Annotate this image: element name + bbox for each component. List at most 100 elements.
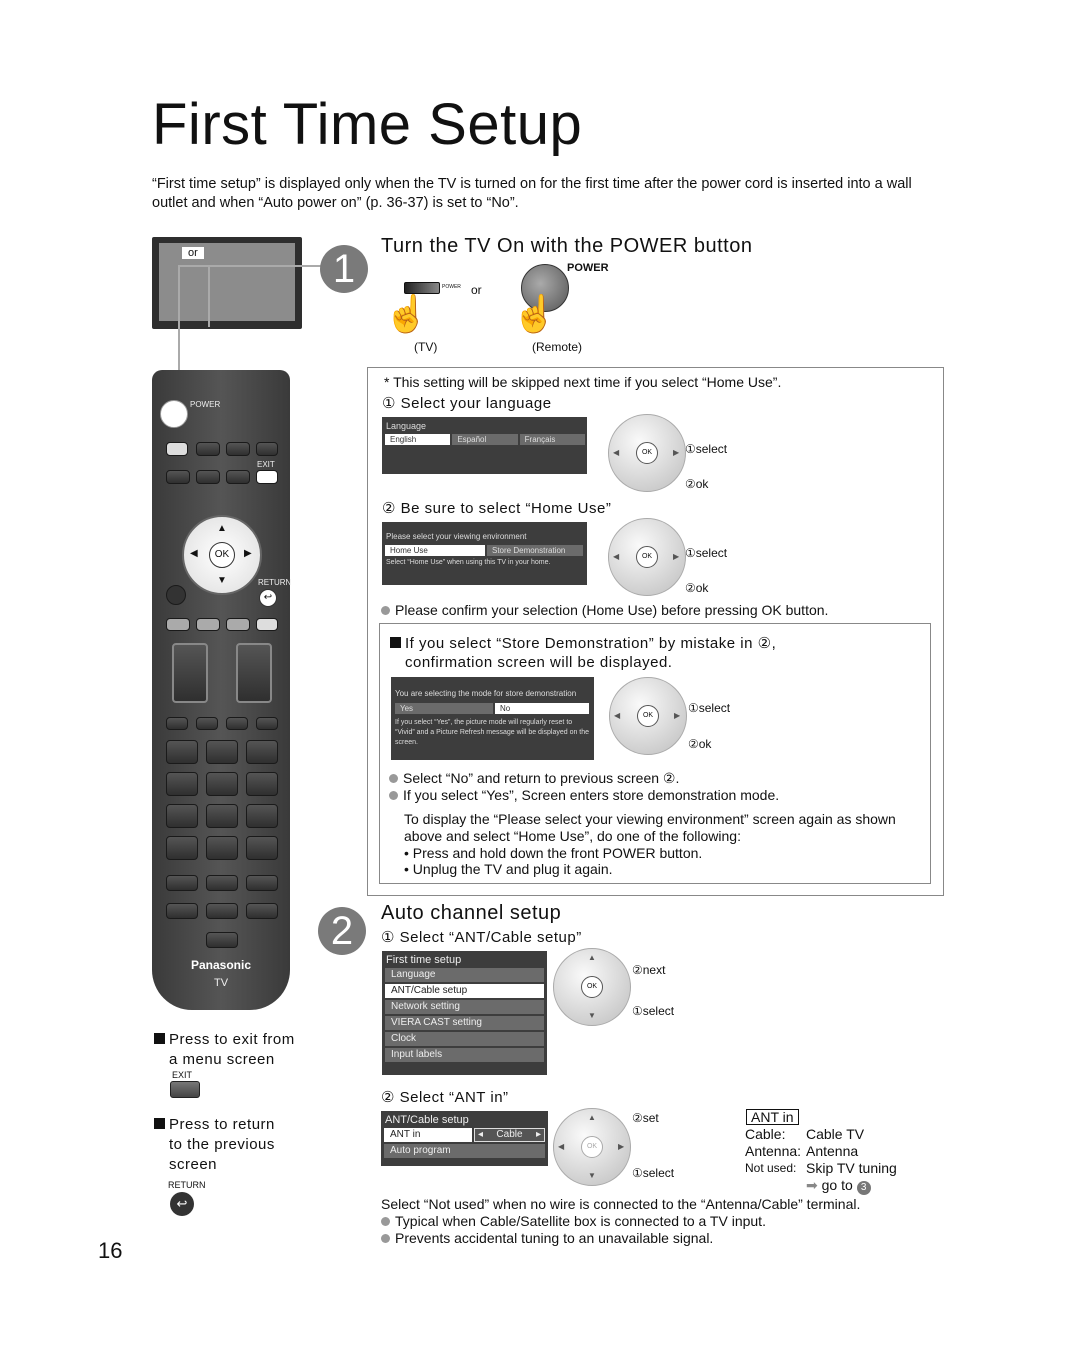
ok-button-icon: OK — [636, 442, 658, 464]
language-options: English Español Français — [382, 434, 587, 445]
return-note-line: to the previous — [169, 1136, 275, 1153]
remote-button[interactable] — [196, 442, 220, 456]
remote-button[interactable] — [246, 903, 278, 919]
remote-number-button[interactable] — [246, 804, 278, 828]
remote-button[interactable] — [166, 717, 188, 730]
remote-color-button[interactable] — [196, 618, 220, 631]
dpad-icon: OK ◀ ▶ — [608, 518, 686, 596]
store-demo-heading-line: confirmation screen will be displayed. — [405, 654, 673, 671]
remote-brand: Panasonic — [190, 958, 252, 972]
goto-step-badge[interactable]: 3 — [856, 1181, 871, 1195]
remote-number-button[interactable] — [166, 836, 198, 860]
remote-button[interactable] — [226, 470, 250, 484]
remote-button[interactable] — [256, 442, 278, 456]
ok-button-icon: OK — [581, 976, 603, 998]
menu-item-ant-cable-setup[interactable]: ANT/Cable setup — [385, 984, 544, 998]
ant-in-value[interactable]: ◂ Cable ▸ — [474, 1128, 545, 1142]
arrow-left-icon: ◀ — [190, 548, 198, 559]
goto-text: go to — [821, 1177, 853, 1193]
language-option-espanol[interactable]: Español — [452, 434, 518, 445]
connector-line — [178, 265, 323, 267]
first-time-setup-menu: First time setup Language ANT/Cable setu… — [382, 951, 547, 1075]
remote-button[interactable] — [166, 903, 198, 919]
menu-item-clock[interactable]: Clock — [385, 1032, 544, 1046]
remote-color-button[interactable] — [256, 618, 278, 631]
language-option-francais[interactable]: Français — [519, 434, 585, 445]
remote-ok-button[interactable]: OK — [209, 542, 235, 568]
remote-number-button[interactable] — [166, 772, 198, 796]
remote-button[interactable] — [246, 875, 278, 891]
option-store-demonstration[interactable]: Store Demonstration — [487, 545, 583, 556]
arrow-down-icon: ▼ — [588, 1011, 596, 1020]
remote-button[interactable] — [196, 717, 218, 730]
store-demo-dot: • Unplug the TV and plug it again. — [404, 861, 613, 877]
menu-item-input-labels[interactable]: Input labels — [385, 1048, 544, 1062]
remote-button[interactable] — [256, 717, 278, 730]
ant-in-heading: ② Select “ANT in” — [381, 1089, 509, 1106]
remote-color-button[interactable] — [166, 618, 190, 631]
exit-button-icon — [170, 1081, 200, 1098]
remote-number-button[interactable] — [206, 836, 238, 860]
language-option-english[interactable]: English — [385, 434, 451, 445]
tv-caption: (TV) — [414, 340, 438, 354]
remote-color-button[interactable] — [226, 618, 250, 631]
ant-cable-heading: ① Select “ANT/Cable setup” — [381, 929, 582, 946]
confirm-note: Please confirm your selection (Home Use)… — [381, 602, 828, 619]
environment-options: Home Use Store Demonstration — [382, 545, 587, 556]
remote-exit-button[interactable] — [256, 470, 278, 484]
remote-button[interactable] — [226, 442, 250, 456]
remote-button[interactable] — [196, 470, 220, 484]
remote-dpad[interactable]: OK ▲ ▼ ◀ ▶ — [182, 515, 262, 595]
remote-number-button[interactable] — [206, 804, 238, 828]
arrow-down-icon: ▼ — [217, 575, 227, 586]
ant-in-bullet-text: Prevents accidental tuning to an unavail… — [395, 1230, 714, 1246]
remote-button[interactable] — [206, 932, 238, 948]
legend-key: Not used: — [745, 1161, 797, 1175]
menu-item-language[interactable]: Language — [385, 968, 544, 982]
remote-button[interactable] — [206, 903, 238, 919]
menu-item-network-setting[interactable]: Network setting — [385, 1000, 544, 1014]
remote-number-button[interactable] — [246, 772, 278, 796]
remote-button[interactable] — [226, 717, 248, 730]
menu-item-auto-program[interactable]: Auto program — [384, 1144, 545, 1158]
store-demo-osd: You are selecting the mode for store dem… — [391, 677, 594, 760]
option-home-use[interactable]: Home Use — [385, 545, 485, 556]
menu-title: ANT/Cable setup — [385, 1114, 469, 1126]
ant-in-bullet: Typical when Cable/Satellite box is conn… — [381, 1213, 766, 1230]
remote-rocker[interactable] — [172, 643, 208, 703]
return-button-icon: ↩ — [170, 1192, 194, 1216]
ant-in-row[interactable]: ANT in ◂ Cable ▸ — [384, 1128, 545, 1142]
connector-line — [208, 265, 210, 327]
remote-number-button[interactable] — [246, 740, 278, 764]
remote-button[interactable] — [206, 875, 238, 891]
option-no[interactable]: No — [495, 703, 589, 714]
remote-button[interactable] — [166, 442, 188, 456]
exit-note-line: Press to exit from — [169, 1031, 295, 1048]
remote-return-button[interactable]: ↩ — [259, 589, 277, 607]
ant-in-value-text: Cable — [496, 1129, 523, 1140]
remote-rocker[interactable] — [236, 643, 272, 703]
remote-number-button[interactable] — [166, 804, 198, 828]
option-yes[interactable]: Yes — [395, 703, 493, 714]
remote-button[interactable] — [166, 875, 198, 891]
arrow-left-icon: ◀ — [613, 552, 620, 561]
ant-cable-setup-menu: ANT/Cable setup ANT in ◂ Cable ▸ Auto pr… — [381, 1111, 548, 1166]
remote-power-caption: POWER — [567, 262, 609, 274]
ok-button-icon: OK — [636, 546, 658, 568]
not-used-note: Select “Not used” when no wire is connec… — [381, 1196, 861, 1212]
menu-item-viera-cast-setting[interactable]: VIERA CAST setting — [385, 1016, 544, 1030]
remote-caption: (Remote) — [532, 340, 583, 354]
store-demo-osd-title: You are selecting the mode for store dem… — [395, 689, 577, 698]
step-1-note: * This setting will be skipped next time… — [384, 374, 782, 390]
step-2-badge: 2 — [318, 907, 366, 955]
dpad-icon: OK ◀ ▶ — [609, 677, 687, 755]
remote-number-button[interactable] — [206, 772, 238, 796]
remote-power-button[interactable] — [160, 400, 188, 428]
arrow-left-icon: ◀ — [614, 711, 621, 720]
remote-number-button[interactable] — [246, 836, 278, 860]
or-label: or — [471, 283, 482, 297]
remote-button[interactable] — [166, 585, 186, 605]
remote-number-button[interactable] — [166, 740, 198, 764]
remote-button[interactable] — [166, 470, 190, 484]
remote-number-button[interactable] — [206, 740, 238, 764]
